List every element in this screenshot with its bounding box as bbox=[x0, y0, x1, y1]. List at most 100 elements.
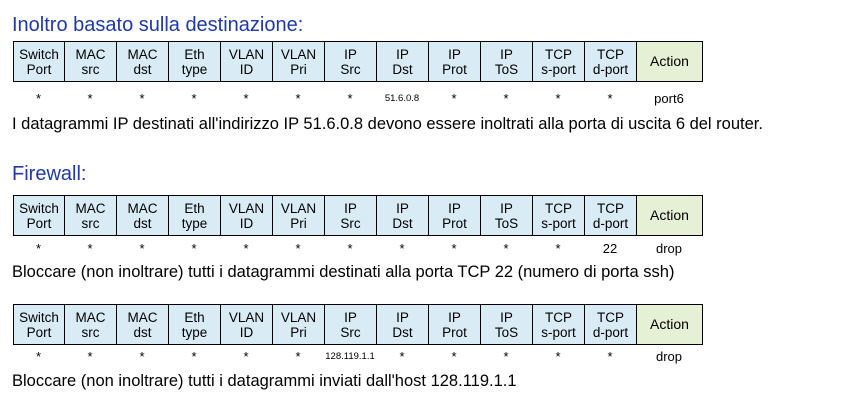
header-cell: TCP s-port bbox=[532, 195, 585, 236]
match-value: * bbox=[295, 241, 301, 256]
header-cell-line2: src bbox=[81, 324, 100, 340]
header-cell: IP Prot bbox=[428, 195, 481, 236]
header-cell: IP ToS bbox=[480, 195, 533, 236]
header-cell-line1: MAC bbox=[75, 46, 106, 62]
header-cell-line2: Prot bbox=[442, 215, 467, 231]
header-cell-line1: VLAN bbox=[228, 46, 265, 62]
header-cell-line2: type bbox=[181, 324, 208, 340]
header-cell-line1: Eth bbox=[184, 46, 205, 62]
header-cell-line1: MAC bbox=[127, 309, 158, 325]
header-cell-line2: Pri bbox=[290, 61, 307, 77]
heading-firewall: Firewall: bbox=[12, 163, 87, 185]
match-value: * bbox=[139, 349, 145, 364]
match-value: * bbox=[191, 349, 197, 364]
match-value: * bbox=[243, 349, 249, 364]
description-destination: I datagrammi IP destinati all'indirizzo … bbox=[12, 115, 763, 133]
header-cell: TCP d-port bbox=[584, 41, 637, 82]
header-cell: MAC dst bbox=[116, 195, 169, 236]
header-cell: TCP s-port bbox=[532, 41, 585, 82]
match-value: * bbox=[139, 91, 145, 106]
header-cell-line2: type bbox=[181, 215, 208, 231]
match-value: * bbox=[607, 91, 613, 106]
match-value: * bbox=[555, 349, 561, 364]
match-value: * bbox=[503, 241, 509, 256]
header-cell-line1: Eth bbox=[184, 309, 205, 325]
header-cell-line2: Src bbox=[340, 215, 361, 231]
header-cell-line1: VLAN bbox=[280, 46, 317, 62]
header-cell: IP Dst bbox=[376, 41, 429, 82]
header-cell-line1: VLAN bbox=[228, 309, 265, 325]
match-value: * bbox=[87, 241, 93, 256]
header-cell-line2: src bbox=[81, 215, 100, 231]
header-cell-line1: TCP bbox=[545, 309, 572, 325]
header-cell-line1: Switch bbox=[19, 46, 59, 62]
header-cell-line1: MAC bbox=[127, 200, 158, 216]
header-cell: VLAN Pri bbox=[272, 41, 325, 82]
header-cell: Switch Port bbox=[13, 195, 65, 236]
match-value: * bbox=[555, 91, 561, 106]
action-header-cell: Action bbox=[636, 41, 703, 82]
match-value: * bbox=[347, 91, 353, 106]
match-value: * bbox=[191, 241, 197, 256]
header-cell-line2: Pri bbox=[290, 324, 307, 340]
header-cell-line2: s-port bbox=[541, 215, 576, 231]
header-cell-line2: s-port bbox=[541, 324, 576, 340]
header-cell-line2: dst bbox=[133, 324, 152, 340]
match-value: * bbox=[347, 241, 353, 256]
header-cell: IP ToS bbox=[480, 304, 533, 345]
header-cell-line2: Port bbox=[26, 215, 52, 231]
header-cell: IP Prot bbox=[428, 304, 481, 345]
header-cell: VLAN Pri bbox=[272, 304, 325, 345]
header-cell-line1: IP bbox=[344, 200, 357, 216]
header-cell-line1: IP bbox=[396, 200, 409, 216]
header-cell-line1: IP bbox=[448, 200, 461, 216]
header-cell-line2: d-port bbox=[592, 215, 629, 231]
header-cell: MAC dst bbox=[116, 41, 169, 82]
flow-table: Switch Port MAC src MAC dst Eth type VLAN ID VLAN P… bbox=[13, 41, 703, 82]
action-value: port6 bbox=[654, 91, 684, 106]
match-value: 51.6.0.8 bbox=[384, 93, 420, 104]
header-cell-line2: Src bbox=[340, 61, 361, 77]
header-cell-line2: d-port bbox=[592, 61, 629, 77]
header-cell-line2: Src bbox=[340, 324, 361, 340]
header-cell-line1: VLAN bbox=[228, 200, 265, 216]
flow-table: Switch Port MAC src MAC dst Eth type VLAN ID VLAN P… bbox=[13, 195, 703, 236]
header-cell-line1: IP bbox=[500, 46, 513, 62]
header-cell-line1: TCP bbox=[597, 309, 624, 325]
header-cell: TCP d-port bbox=[584, 195, 637, 236]
header-cell: MAC src bbox=[64, 195, 117, 236]
header-cell-line1: TCP bbox=[597, 46, 624, 62]
match-value: * bbox=[399, 349, 405, 364]
header-cell-line1: Eth bbox=[184, 200, 205, 216]
match-value: 128.119.1.1 bbox=[325, 351, 375, 362]
header-cell: MAC src bbox=[64, 41, 117, 82]
header-cell-line1: IP bbox=[448, 309, 461, 325]
match-value: * bbox=[139, 241, 145, 256]
header-cell-line2: Prot bbox=[442, 61, 467, 77]
header-cell-line2: Dst bbox=[392, 61, 413, 77]
header-cell-line2: dst bbox=[133, 215, 152, 231]
match-value: * bbox=[295, 349, 301, 364]
match-value: * bbox=[35, 241, 42, 256]
header-cell: TCP d-port bbox=[584, 304, 637, 345]
header-cell-line1: TCP bbox=[545, 46, 572, 62]
header-cell: VLAN ID bbox=[220, 304, 273, 345]
header-cell-line2: Prot bbox=[442, 324, 467, 340]
header-cell-line2: type bbox=[181, 61, 208, 77]
header-cell: MAC dst bbox=[116, 304, 169, 345]
header-cell: IP Dst bbox=[376, 304, 429, 345]
header-cell-line2: Dst bbox=[392, 215, 413, 231]
match-value: * bbox=[87, 349, 93, 364]
header-cell-line1: TCP bbox=[597, 200, 624, 216]
header-cell: IP Dst bbox=[376, 195, 429, 236]
header-cell-line2: d-port bbox=[592, 324, 629, 340]
description-host-block: Bloccare (non inoltrare) tutti i datagra… bbox=[12, 372, 517, 390]
header-cell-line2: ToS bbox=[494, 324, 519, 340]
match-value: * bbox=[607, 349, 613, 364]
header-cell: IP Prot bbox=[428, 41, 481, 82]
header-cell: VLAN Pri bbox=[272, 195, 325, 236]
header-cell-line1: TCP bbox=[545, 200, 572, 216]
action-value: drop bbox=[655, 241, 683, 256]
header-cell: TCP s-port bbox=[532, 304, 585, 345]
match-value: * bbox=[35, 349, 42, 364]
